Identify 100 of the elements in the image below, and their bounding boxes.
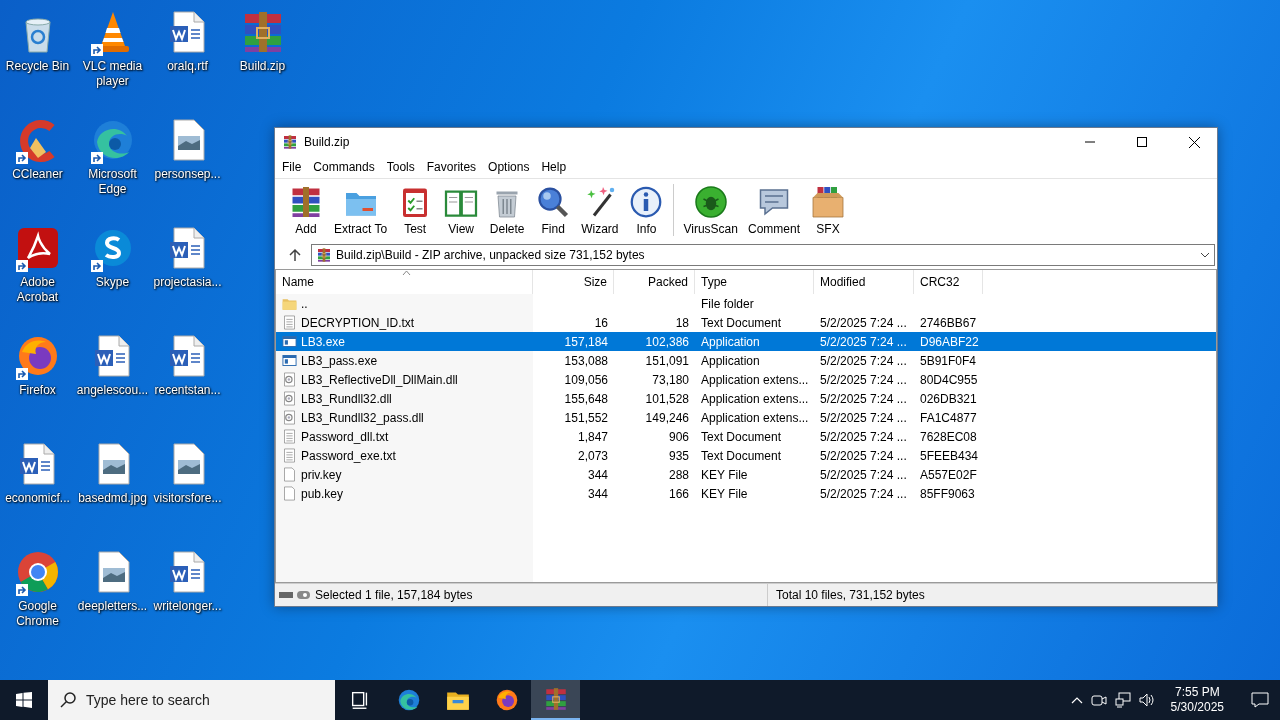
- icon-label: visitorsfore...: [152, 491, 223, 506]
- gear-file-icon: [282, 410, 297, 425]
- toolbar-button[interactable]: Comment: [742, 182, 805, 238]
- search-field[interactable]: Type here to search: [48, 680, 335, 720]
- icon-label: projectasia...: [152, 275, 223, 290]
- table-cell: 73,180: [652, 372, 689, 387]
- table-cell: Application: [701, 334, 760, 349]
- table-cell: Application: [701, 353, 760, 368]
- file-row[interactable]: DECRYPTION_ID.txt 16 18 Text Document 5/2/2025 7:24 ... 2746BB67: [276, 313, 1216, 332]
- table-cell: A557E02F: [920, 467, 977, 482]
- icon-label: angelescou...: [75, 383, 150, 398]
- menu-item[interactable]: Options: [482, 160, 536, 174]
- table-cell: 85FF9063: [920, 486, 975, 501]
- file-name: LB3.exe: [301, 334, 346, 349]
- text-file-icon: [282, 429, 297, 444]
- table-cell: 906: [668, 429, 689, 444]
- table-cell: 16: [594, 315, 608, 330]
- file-row[interactable]: LB3_ReflectiveDll_DllMain.dll 109,056 73,180 Application extens... 5/2/2025 7:24 ... 80D4C955: [276, 370, 1216, 389]
- icon-label: personsep...: [153, 167, 222, 182]
- address-field[interactable]: Build.zip\Build - ZIP archive, unpacked size 731,152 bytes: [311, 244, 1215, 266]
- toolbar-button[interactable]: Wizard: [576, 182, 624, 238]
- icon-label: Firefox: [18, 383, 57, 398]
- file-row[interactable]: .. File folder: [276, 294, 1216, 313]
- network-icon[interactable]: [1114, 692, 1131, 708]
- table-cell: 102,386: [645, 334, 689, 349]
- camera-icon[interactable]: [1090, 692, 1107, 708]
- table-cell: 2746BB67: [920, 315, 977, 330]
- volume-icon[interactable]: [1138, 692, 1155, 708]
- table-cell: 5FEEB434: [920, 448, 979, 463]
- column-header[interactable]: Type: [695, 270, 814, 294]
- icon-label: recentstan...: [153, 383, 222, 398]
- menu-item[interactable]: Commands: [307, 160, 381, 174]
- file-row[interactable]: LB3_pass.exe 153,088 151,091 Application 5/2/2025 7:24 ... 5B91F0F4: [276, 351, 1216, 370]
- file-icon: [282, 486, 297, 501]
- menu-item[interactable]: Help: [535, 160, 573, 174]
- clock-time[interactable]: 7:55 PM: [1174, 685, 1220, 700]
- search-icon: [60, 692, 76, 708]
- file-name: LB3_ReflectiveDll_DllMain.dll: [301, 372, 458, 387]
- table-cell: 153,088: [564, 353, 608, 368]
- file-row[interactable]: Password_exe.txt 2,073 935 Text Document 5/2/2025 7:24 ... 5FEEB434: [276, 446, 1216, 465]
- toolbar-button[interactable]: VirusScan: [678, 182, 743, 238]
- column-header[interactable]: CRC32: [914, 270, 983, 294]
- table-cell: 344: [587, 486, 608, 501]
- archive-icon: [316, 247, 332, 263]
- toolbar-button[interactable]: Find: [530, 182, 577, 238]
- table-cell: KEY File: [701, 467, 748, 482]
- table-cell: 18: [675, 315, 689, 330]
- table-cell: Application extens...: [701, 372, 809, 387]
- table-cell: 2,073: [577, 448, 608, 463]
- icon-label: Google Chrome: [15, 599, 60, 629]
- file-name: DECRYPTION_ID.txt: [301, 315, 415, 330]
- file-name: pub.key: [301, 486, 344, 501]
- menu-item[interactable]: Favorites: [420, 160, 483, 174]
- column-header[interactable]: Modified: [814, 270, 914, 294]
- text-file-icon: [282, 448, 297, 463]
- column-header[interactable]: Name: [276, 270, 533, 294]
- icon-label: Adobe Acrobat: [15, 275, 60, 305]
- drive-icon: [279, 589, 311, 601]
- file-row[interactable]: Password_dll.txt 1,847 906 Text Document 5/2/2025 7:24 ... 7628EC08: [276, 427, 1216, 446]
- toolbar-button[interactable]: View: [438, 182, 485, 238]
- icon-label: oralq.rtf: [166, 59, 209, 74]
- menu-item[interactable]: File: [276, 160, 308, 174]
- table-cell: 5/2/2025 7:24 ...: [820, 429, 907, 444]
- chevron-up-icon[interactable]: [1070, 696, 1083, 704]
- table-cell: 288: [668, 467, 689, 482]
- file-icon: [282, 467, 297, 482]
- toolbar-button[interactable]: Delete: [484, 182, 531, 238]
- table-cell: 5/2/2025 7:24 ...: [820, 353, 907, 368]
- clock-date[interactable]: 5/30/2025: [1170, 700, 1224, 715]
- table-cell: 5/2/2025 7:24 ...: [820, 410, 907, 425]
- table-cell: KEY File: [701, 486, 748, 501]
- toolbar-button[interactable]: Test: [392, 182, 439, 238]
- toolbar-button[interactable]: Add: [283, 182, 329, 238]
- gear-file-icon: [282, 391, 297, 406]
- file-row[interactable]: priv.key 344 288 KEY File 5/2/2025 7:24 ... A557E02F: [276, 465, 1216, 484]
- menu-item[interactable]: Tools: [380, 160, 421, 174]
- toolbar-button[interactable]: Info: [623, 182, 670, 238]
- table-cell: 151,552: [564, 410, 608, 425]
- table-cell: 7628EC08: [920, 429, 977, 444]
- table-cell: 166: [668, 486, 689, 501]
- chevron-down-icon[interactable]: [1200, 252, 1210, 258]
- file-row[interactable]: pub.key 344 166 KEY File 5/2/2025 7:24 ... 85FF9063: [276, 484, 1216, 503]
- notification-icon[interactable]: [1251, 692, 1269, 708]
- file-row[interactable]: LB3.exe 157,184 102,386 Application 5/2/2025 7:24 ... D96ABF22: [276, 332, 1216, 351]
- file-row[interactable]: LB3_Rundll32.dll 155,648 101,528 Application extens... 5/2/2025 7:24 ... 026DB321: [276, 389, 1216, 408]
- column-header[interactable]: Packed: [614, 270, 695, 294]
- windows-logo-icon[interactable]: [16, 692, 32, 708]
- icon-label: Skype: [94, 275, 131, 290]
- table-cell: 151,091: [645, 353, 689, 368]
- status-text: Total 10 files, 731,152 bytes: [775, 588, 926, 602]
- column-header[interactable]: Size: [533, 270, 614, 294]
- toolbar-button[interactable]: Extract To: [329, 182, 393, 238]
- toolbar-button[interactable]: SFX: [805, 182, 851, 238]
- table-cell: 5/2/2025 7:24 ...: [820, 448, 907, 463]
- file-row[interactable]: LB3_Rundll32_pass.dll 151,552 149,246 Application extens... 5/2/2025 7:24 ... FA1C4877: [276, 408, 1216, 427]
- icon-label: basedmd.jpg: [77, 491, 148, 506]
- table-cell: 5/2/2025 7:24 ...: [820, 334, 907, 349]
- table-cell: Application extens...: [701, 410, 809, 425]
- file-name: priv.key: [301, 467, 342, 482]
- table-cell: FA1C4877: [920, 410, 977, 425]
